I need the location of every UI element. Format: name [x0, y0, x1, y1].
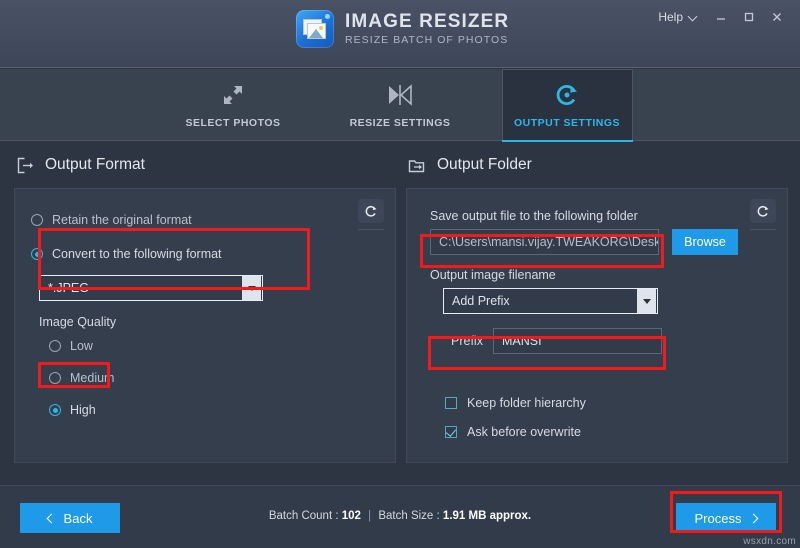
image-resizer-window: IMAGE RESIZER RESIZE BATCH OF PHOTOS Hel…: [0, 0, 800, 548]
output-format-heading: Output Format: [14, 150, 396, 180]
checkbox-ask-before-overwrite[interactable]: Ask before overwrite: [445, 419, 771, 444]
batch-size-label: Batch Size :: [378, 510, 440, 522]
tab-select-photos[interactable]: SELECT PHOTOS: [168, 69, 299, 141]
close-icon[interactable]: [764, 6, 790, 28]
watermark: wsxdn.com: [743, 536, 796, 547]
reset-undo-icon[interactable]: [358, 199, 384, 223]
radio-label: Convert to the following format: [52, 247, 222, 261]
expand-arrows-icon: [221, 82, 245, 108]
window-header: IMAGE RESIZER RESIZE BATCH OF PHOTOS Hel…: [0, 0, 800, 68]
page-title: Output Format: [45, 156, 145, 173]
radio-indicator: [49, 404, 61, 416]
wizard-footer: Back Batch Count : 102 | Batch Size : 1.…: [0, 485, 800, 548]
resize-width-icon: [387, 82, 413, 108]
export-box-icon: [14, 155, 34, 175]
checkbox-indicator: [445, 425, 457, 438]
reset-undo-icon[interactable]: [750, 199, 776, 223]
minimize-icon[interactable]: [708, 6, 734, 28]
radio-label: Retain the original format: [52, 213, 192, 227]
checkbox-keep-folder-hierarchy[interactable]: Keep folder hierarchy: [445, 390, 771, 415]
panel-divider: [358, 229, 384, 230]
tab-label: OUTPUT SETTINGS: [513, 117, 621, 129]
app-subtitle: RESIZE BATCH OF PHOTOS: [345, 33, 509, 46]
radio-indicator: [31, 214, 43, 226]
help-menu-button[interactable]: Help: [650, 7, 706, 27]
format-select-value: *.JPEG: [48, 281, 89, 295]
format-select[interactable]: *.JPEG: [39, 275, 263, 301]
output-folder-heading: Output Folder: [406, 150, 788, 180]
prefix-label: Prefix: [451, 334, 483, 348]
image-quality-label: Image Quality: [39, 315, 117, 329]
wizard-tabs: SELECT PHOTOS RESIZE SETTINGS OUTPUT SET…: [0, 69, 800, 142]
radio-quality-medium[interactable]: Medium: [49, 365, 379, 391]
radio-label: High: [70, 403, 96, 417]
output-format-panel: Retain the original format Convert to th…: [14, 188, 396, 463]
checkbox-indicator: [445, 396, 457, 409]
prefix-input[interactable]: MANSI: [492, 328, 662, 354]
folder-export-icon: [406, 155, 426, 175]
chevron-down-icon: [689, 13, 698, 22]
radio-indicator: [31, 248, 43, 260]
refresh-circle-icon: [555, 82, 579, 108]
batch-count-label: Batch Count :: [268, 510, 339, 522]
tab-output-settings[interactable]: OUTPUT SETTINGS: [501, 69, 633, 142]
app-title: IMAGE RESIZER: [345, 11, 510, 33]
caret-down-icon[interactable]: [242, 276, 261, 300]
naming-mode-value: Add Prefix: [452, 294, 510, 308]
process-label: Process: [694, 510, 742, 526]
output-format-column: Output Format Retain the original format…: [14, 150, 396, 463]
caret-down-icon[interactable]: [637, 289, 656, 313]
batch-count-value: 102: [341, 510, 361, 522]
tab-resize-settings[interactable]: RESIZE SETTINGS: [335, 69, 466, 141]
batch-size-value: 1.91 MB approx.: [442, 510, 532, 522]
radio-indicator: [49, 372, 61, 384]
panel-divider: [750, 229, 776, 230]
checkbox-label: Keep folder hierarchy: [467, 395, 586, 410]
separator: |: [368, 510, 372, 522]
radio-quality-high[interactable]: High: [49, 397, 379, 423]
photos-stack-icon: [296, 10, 334, 48]
browse-button[interactable]: Browse: [672, 229, 738, 255]
radio-quality-low[interactable]: Low: [49, 333, 379, 359]
naming-mode-select[interactable]: Add Prefix: [443, 288, 658, 314]
radio-indicator: [49, 340, 61, 352]
output-path-input[interactable]: C:\Users\mansi.vijay.TWEAKORG\Desk...: [430, 229, 659, 255]
radio-label: Medium: [70, 371, 115, 385]
tab-label: SELECT PHOTOS: [185, 116, 281, 129]
titlebar-controls: Help: [650, 6, 790, 28]
radio-convert-format[interactable]: Convert to the following format: [31, 241, 379, 267]
radio-retain-original[interactable]: Retain the original format: [31, 207, 379, 233]
output-folder-panel: Save output file to the following folder…: [406, 188, 788, 463]
process-button[interactable]: Process: [676, 503, 776, 533]
maximize-icon[interactable]: [736, 6, 762, 28]
output-filename-label: Output image filename: [430, 268, 556, 282]
save-folder-label: Save output file to the following folder: [430, 209, 638, 223]
page-title: Output Folder: [437, 156, 532, 173]
output-folder-column: Output Folder Save output file to the fo…: [406, 150, 788, 463]
tab-label: RESIZE SETTINGS: [349, 116, 451, 129]
help-label: Help: [658, 10, 683, 24]
chevron-right-icon: [750, 515, 757, 522]
radio-label: Low: [70, 339, 93, 353]
app-brand: IMAGE RESIZER RESIZE BATCH OF PHOTOS: [296, 10, 509, 48]
checkbox-label: Ask before overwrite: [467, 424, 581, 439]
